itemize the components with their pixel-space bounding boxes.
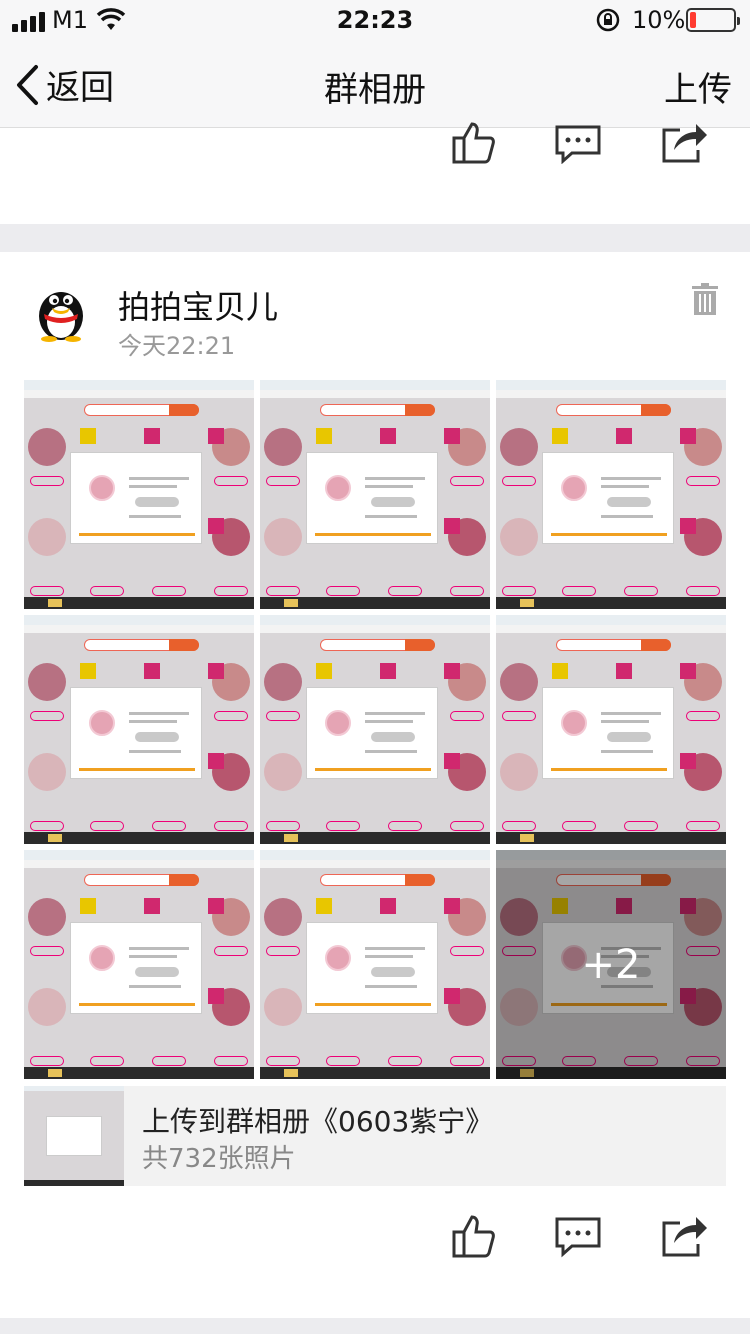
upload-button[interactable]: 上传: [664, 62, 732, 111]
album-photo-count: 共732张照片: [142, 1144, 296, 1174]
navigation-bar: 返回 群相册 上传: [0, 40, 750, 128]
photo-thumbnail[interactable]: [24, 380, 254, 609]
thumbs-up-icon[interactable]: [450, 1212, 496, 1258]
photo-thumbnail[interactable]: [260, 380, 490, 609]
photo-thumbnail[interactable]: +2: [496, 850, 726, 1079]
bottom-divider: [0, 1318, 750, 1334]
post-actions: [0, 1210, 750, 1270]
comment-icon[interactable]: [554, 1216, 602, 1258]
comment-icon[interactable]: [554, 124, 602, 164]
status-bar: M1 22:23 10%: [0, 0, 750, 40]
photo-thumbnail[interactable]: [260, 850, 490, 1079]
photo-thumbnail[interactable]: [496, 615, 726, 844]
battery-percent: 10%: [632, 6, 686, 34]
thumbs-up-icon[interactable]: [450, 120, 496, 164]
album-title: 上传到群相册《0603紫宁》: [142, 1105, 494, 1138]
photo-thumbnail[interactable]: [24, 850, 254, 1079]
previous-post-actions: [0, 120, 750, 180]
page-title: 群相册: [324, 70, 426, 110]
post-timestamp: 今天22:21: [118, 332, 236, 360]
battery-icon: [686, 8, 740, 32]
avatar[interactable]: [30, 280, 92, 342]
photo-thumbnail[interactable]: [260, 615, 490, 844]
photo-grid: +2: [24, 380, 726, 1079]
share-icon[interactable]: [660, 120, 710, 164]
post-author-name[interactable]: 拍拍宝贝儿: [118, 282, 278, 328]
more-photos-count: +2: [581, 941, 641, 988]
album-link[interactable]: 上传到群相册《0603紫宁》 共732张照片: [24, 1086, 726, 1186]
post-header: 拍拍宝贝儿 今天22:21: [0, 252, 750, 372]
album-thumbnail: [24, 1086, 124, 1186]
rotation-lock-icon: [596, 8, 620, 32]
section-divider: [0, 224, 750, 252]
photo-thumbnail[interactable]: [24, 615, 254, 844]
photo-thumbnail[interactable]: [496, 380, 726, 609]
trash-icon[interactable]: [690, 282, 720, 316]
share-icon[interactable]: [660, 1212, 710, 1258]
